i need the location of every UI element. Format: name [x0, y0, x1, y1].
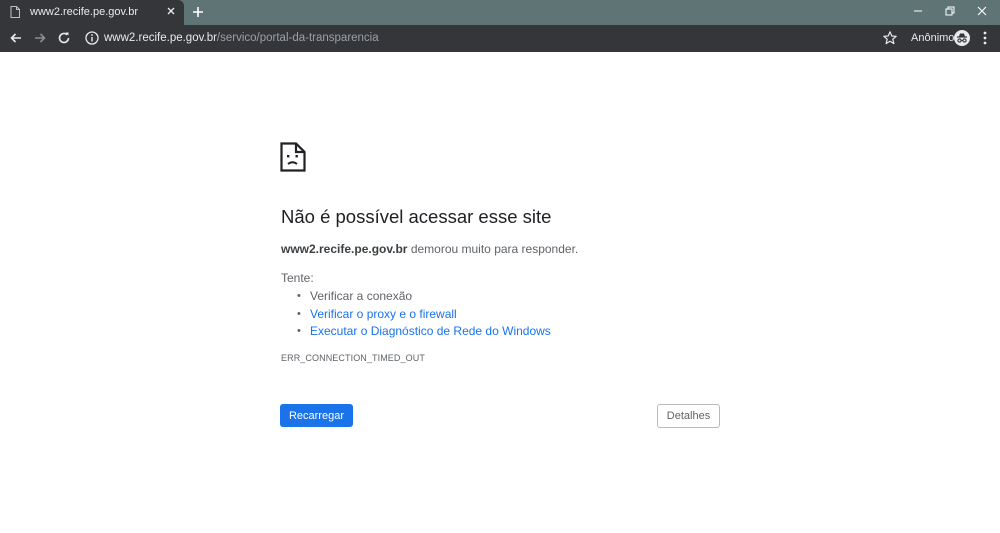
profile-label[interactable]: Anônimo: [911, 32, 954, 44]
reload-icon[interactable]: [56, 30, 72, 46]
incognito-icon[interactable]: [953, 29, 971, 47]
url-host: www2.recife.pe.gov.br: [104, 32, 217, 44]
new-tab-plus-icon[interactable]: [190, 4, 206, 20]
summary-text: demorou muito para responder.: [407, 242, 579, 256]
back-arrow-icon[interactable]: [8, 30, 24, 46]
close-tab-icon[interactable]: [165, 5, 177, 17]
browser-tab[interactable]: www2.recife.pe.gov.br: [0, 0, 184, 25]
sad-page-icon: [280, 142, 306, 172]
suggestion-check-connection: Verificar a conexão: [297, 288, 551, 306]
suggestion-network-diagnostics-link[interactable]: Executar o Diagnóstico de Rede do Window…: [297, 323, 551, 341]
document-icon: [10, 6, 20, 18]
suggestion-check-proxy-link[interactable]: Verificar o proxy e o firewall: [297, 306, 551, 324]
restore-button[interactable]: [932, 0, 968, 22]
restore-icon: [945, 6, 955, 16]
minimize-icon: [914, 10, 922, 12]
reload-button[interactable]: Recarregar: [280, 404, 353, 427]
close-window-icon: [977, 6, 987, 16]
url-path: /servico/portal-da-transparencia: [216, 32, 379, 44]
minimize-button[interactable]: [900, 0, 936, 22]
suggestions-list: Verificar a conexão Verificar o proxy e …: [297, 288, 551, 341]
error-code: ERR_CONNECTION_TIMED_OUT: [281, 353, 425, 363]
try-label: Tente:: [281, 271, 314, 285]
tab-strip: www2.recife.pe.gov.br: [0, 0, 1000, 25]
error-page: Não é possível acessar esse site www2.re…: [0, 52, 1000, 533]
tab-title: www2.recife.pe.gov.br: [30, 6, 139, 18]
browser-toolbar: www2.recife.pe.gov.br/servico/portal-da-…: [0, 25, 1000, 52]
error-heading: Não é possível acessar esse site: [281, 206, 552, 227]
summary-host: www2.recife.pe.gov.br: [281, 242, 408, 256]
more-menu-icon[interactable]: [980, 30, 990, 46]
address-bar[interactable]: www2.recife.pe.gov.br/servico/portal-da-…: [104, 32, 379, 44]
details-button[interactable]: Detalhes: [657, 404, 720, 428]
bookmark-star-icon[interactable]: [882, 30, 898, 46]
close-window-button[interactable]: [964, 0, 1000, 22]
info-icon[interactable]: [84, 30, 100, 46]
error-summary: www2.recife.pe.gov.br demorou muito para…: [281, 242, 578, 256]
forward-arrow-icon[interactable]: [32, 30, 48, 46]
